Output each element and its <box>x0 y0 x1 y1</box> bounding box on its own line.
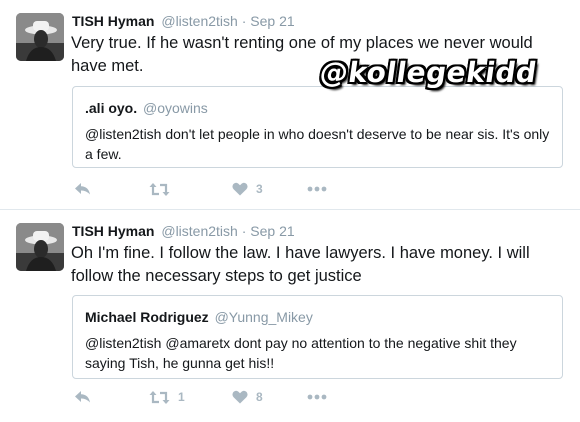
more-icon <box>307 186 327 192</box>
more-icon <box>307 394 327 400</box>
quoted-author-name: Michael Rodriguez <box>85 309 209 325</box>
author-name[interactable]: TISH Hyman <box>72 223 154 239</box>
quoted-text: @listen2tish @amaretx dont pay no attent… <box>85 335 517 371</box>
heart-icon <box>232 390 248 404</box>
avatar-photo <box>16 223 64 271</box>
retweet-icon <box>149 390 170 404</box>
tweet-actions: 1 8 <box>72 387 372 407</box>
quoted-author-handle: @Yunng_Mikey <box>214 309 313 325</box>
reply-icon <box>75 391 90 403</box>
retweet-button[interactable] <box>149 179 178 199</box>
quoted-author-handle: @oyowins <box>143 100 208 116</box>
separator: · <box>241 223 247 239</box>
tweet[interactable]: TISH Hyman @listen2tish · Sep 21 Oh I'm … <box>0 209 580 422</box>
tweet-date[interactable]: Sep 21 <box>250 223 294 239</box>
author-handle[interactable]: @listen2tish <box>161 13 237 29</box>
tweet-date[interactable]: Sep 21 <box>250 13 294 29</box>
reply-icon <box>75 183 90 195</box>
watermark: @kollegekidd <box>317 56 539 89</box>
tweet-header: TISH Hyman @listen2tish · Sep 21 <box>72 222 295 240</box>
avatar[interactable] <box>16 13 64 61</box>
avatar-photo <box>16 13 64 61</box>
reply-button[interactable] <box>74 387 91 407</box>
retweet-count: 1 <box>178 390 185 404</box>
retweet-icon <box>149 182 170 196</box>
tweet[interactable]: TISH Hyman @listen2tish · Sep 21 Very tr… <box>0 0 580 209</box>
quoted-tweet[interactable]: Michael Rodriguez @Yunng_Mikey @listen2t… <box>72 295 563 379</box>
like-button[interactable]: 8 <box>232 387 263 407</box>
quoted-author-name: .ali oyo. <box>85 100 138 116</box>
like-count: 8 <box>256 390 263 404</box>
tweet-header: TISH Hyman @listen2tish · Sep 21 <box>72 12 295 30</box>
reply-button[interactable] <box>74 179 91 199</box>
more-button[interactable] <box>307 179 327 199</box>
like-count: 3 <box>256 182 263 196</box>
separator: · <box>241 13 247 29</box>
quoted-tweet[interactable]: .ali oyo. @oyowins @listen2tish don't le… <box>72 86 563 168</box>
retweet-button[interactable]: 1 <box>149 387 185 407</box>
like-button[interactable]: 3 <box>232 179 263 199</box>
author-handle[interactable]: @listen2tish <box>161 223 237 239</box>
more-button[interactable] <box>307 387 327 407</box>
tweet-text: Oh I'm fine. I follow the law. I have la… <box>71 244 530 285</box>
avatar[interactable] <box>16 223 64 271</box>
tweet-actions: 3 <box>72 179 372 199</box>
author-name[interactable]: TISH Hyman <box>72 13 154 29</box>
quoted-text: @listen2tish don't let people in who doe… <box>85 126 550 162</box>
heart-icon <box>232 182 248 196</box>
